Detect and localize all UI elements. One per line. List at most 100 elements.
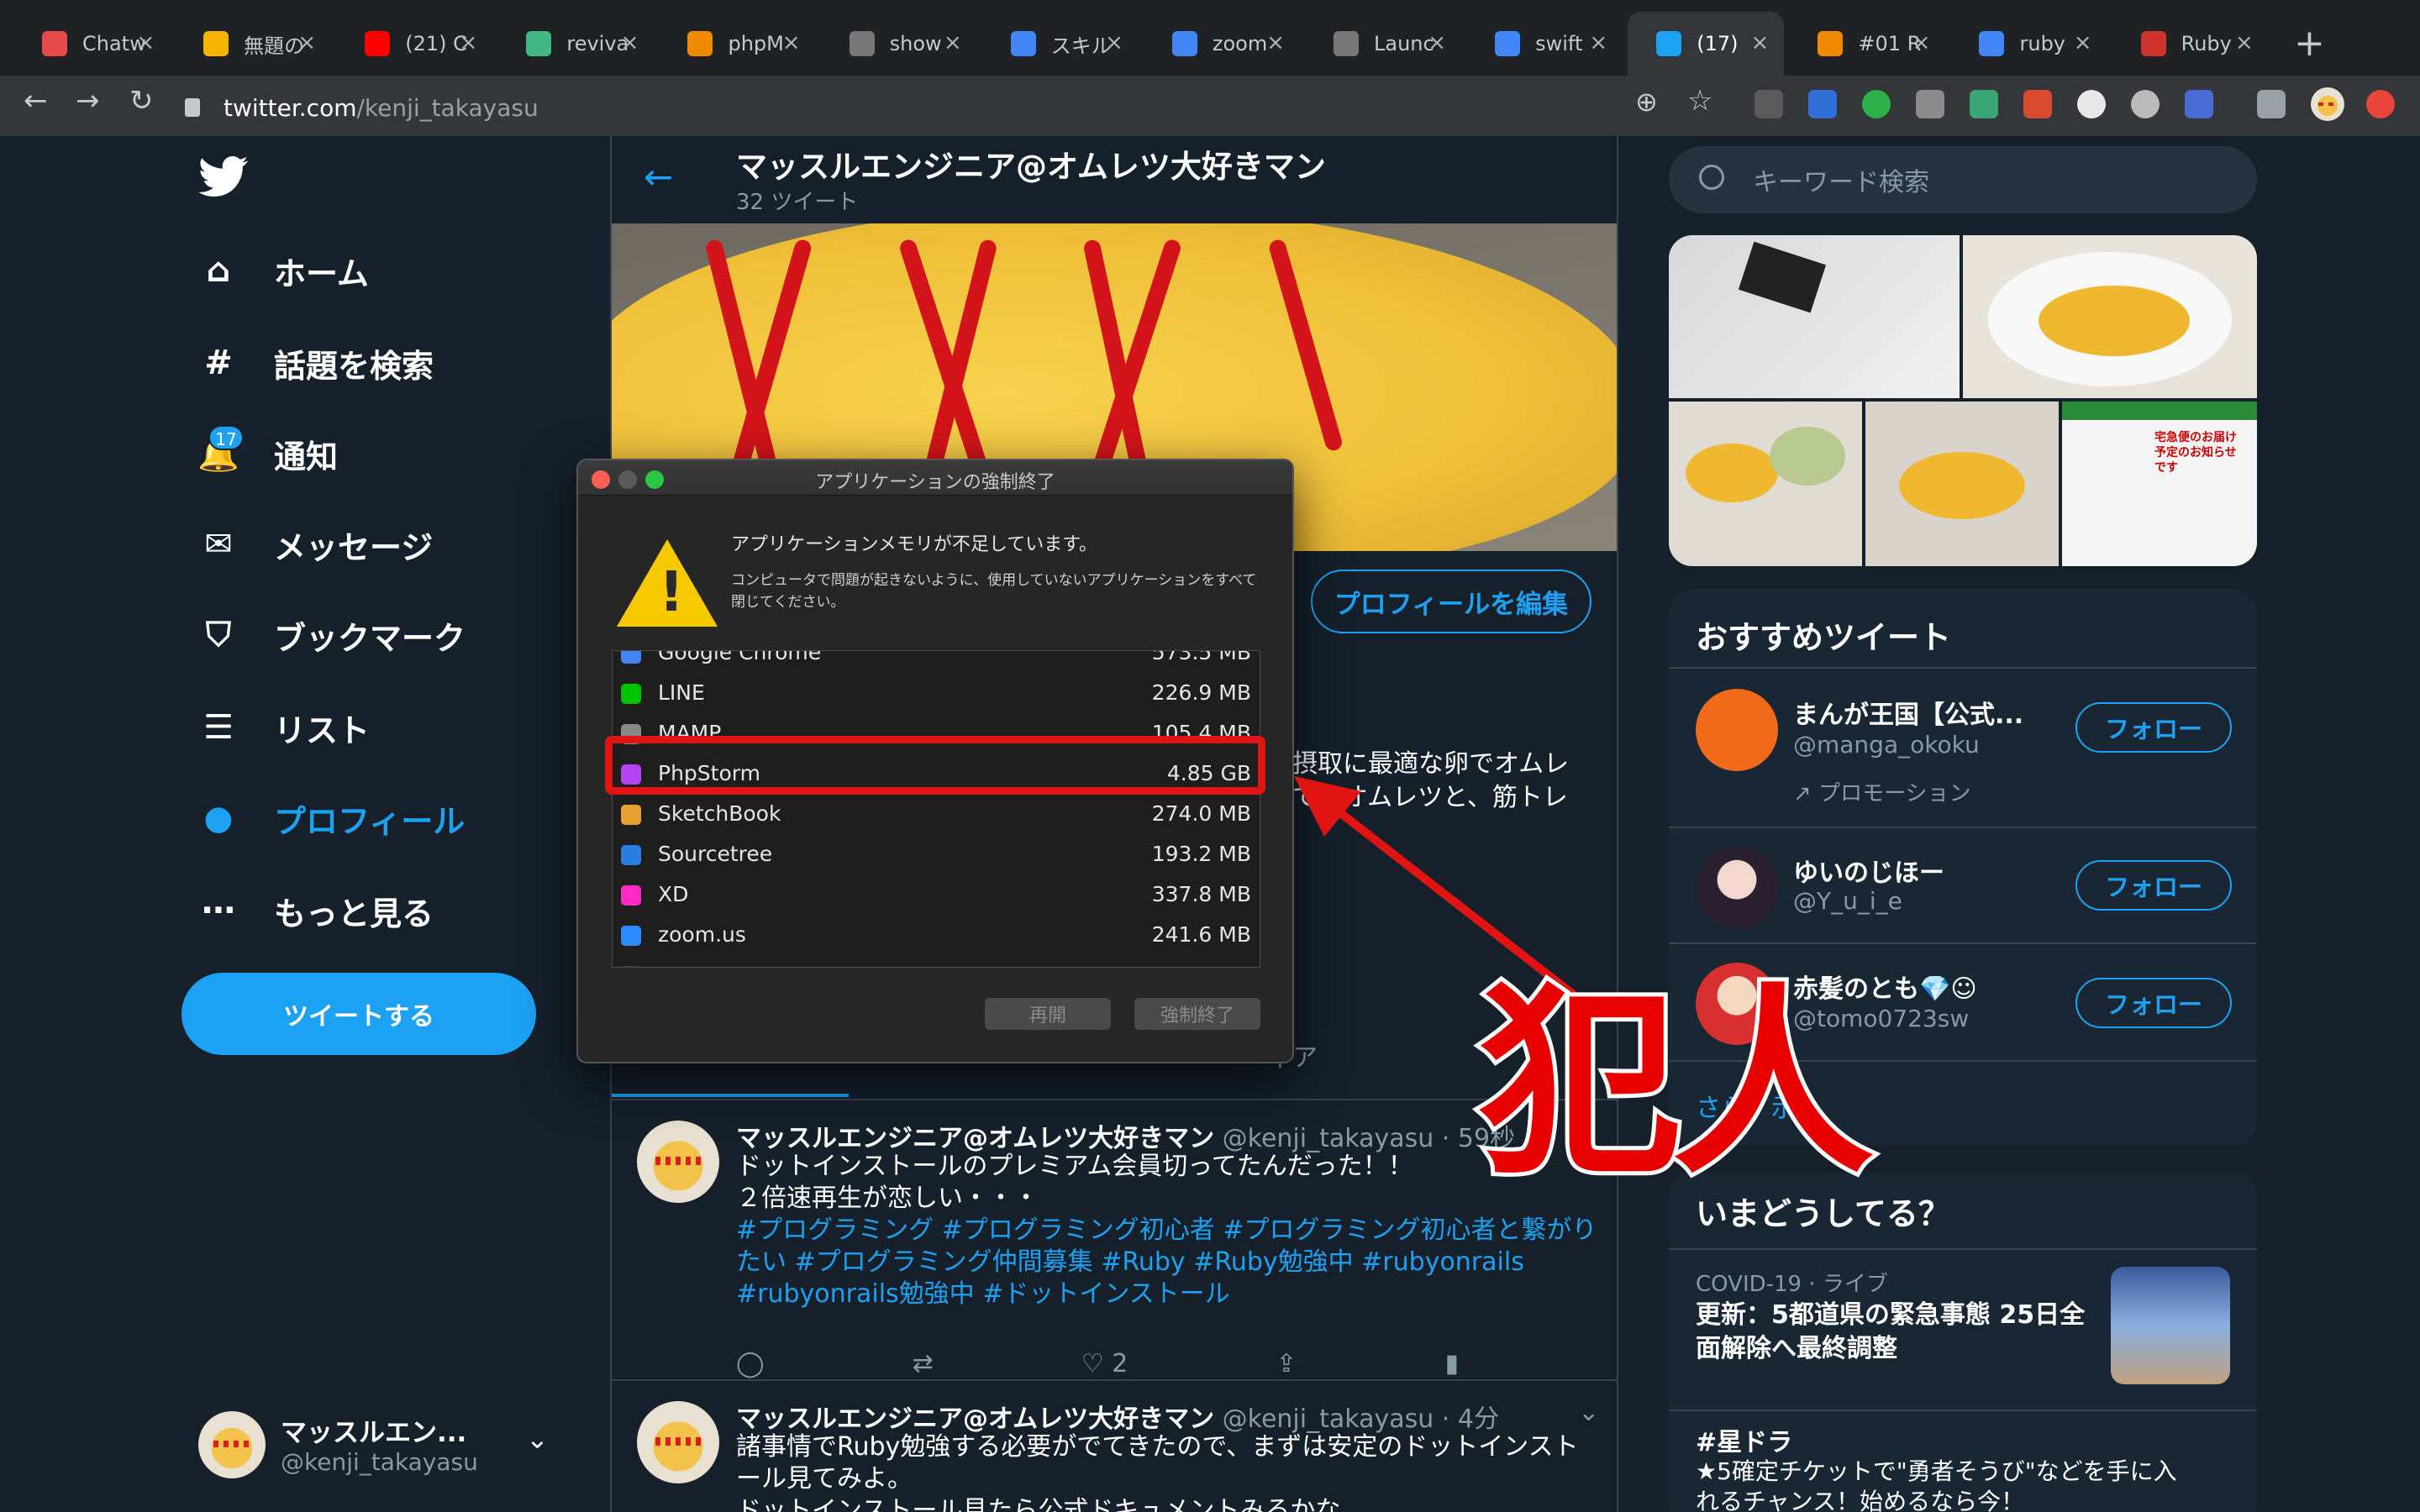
extension-icon[interactable]: [2185, 90, 2213, 118]
extension-icon[interactable]: [1916, 90, 1944, 118]
close-tab-icon[interactable]: ×: [1266, 30, 1285, 55]
star-icon[interactable]: ☆: [1687, 84, 1712, 118]
app-row[interactable]: SketchBook 274.0 MB: [613, 795, 1260, 832]
account-switcher[interactable]: マッスルエン... @kenji_takayasu ⌄: [198, 1403, 560, 1487]
analytics-icon[interactable]: ▮: [1444, 1349, 1459, 1378]
browser-tab[interactable]: Ruby ×: [2112, 12, 2269, 76]
extension-icon[interactable]: [1754, 90, 1783, 118]
tweet-button[interactable]: ツイートする: [182, 973, 536, 1055]
browser-tab[interactable]: 無題の ×: [175, 12, 331, 76]
close-tab-icon[interactable]: ×: [297, 30, 316, 55]
extension-icon[interactable]: [1808, 90, 1837, 118]
account-name[interactable]: まんが王国【公式...: [1793, 694, 2023, 731]
reading-list-icon[interactable]: [2257, 90, 2286, 118]
new-tab-button[interactable]: +: [2294, 22, 2325, 65]
browser-tab[interactable]: (21) C ×: [336, 12, 492, 76]
chevron-down-icon[interactable]: ⌄: [1578, 1398, 1599, 1427]
app-row[interactable]: LINE 226.9 MB: [613, 675, 1260, 711]
sidebar-item-more[interactable]: ⋯ もっと見る: [198, 885, 434, 936]
reply-icon[interactable]: ◯: [736, 1349, 765, 1378]
tweet-hashtags[interactable]: #プログラミング #プログラミング初心者 #プログラミング初心者と繋がりたい #…: [736, 1215, 1602, 1310]
account-name[interactable]: ゆいのじほー: [1793, 852, 1944, 889]
sidebar-item-list[interactable]: ☰ リスト: [198, 702, 370, 753]
divider: [1669, 667, 2257, 669]
relaunch-button[interactable]: 再開: [985, 998, 1111, 1030]
close-tab-icon[interactable]: ×: [621, 30, 639, 55]
app-row[interactable]: Google Chrome 573.5 MB: [613, 650, 1260, 671]
close-tab-icon[interactable]: ×: [1912, 30, 1931, 55]
app-name: Google Chrome: [658, 650, 822, 664]
trend-hashtag[interactable]: #星ドラ: [1696, 1421, 1792, 1458]
avatar[interactable]: [1696, 847, 1778, 929]
media-thumbnail[interactable]: [1669, 402, 1862, 566]
close-tab-icon[interactable]: ×: [1751, 30, 1770, 55]
tweet-avatar[interactable]: [637, 1401, 719, 1483]
force-quit-button[interactable]: 強制終了: [1134, 998, 1260, 1030]
close-tab-icon[interactable]: ×: [1105, 30, 1123, 55]
trend-image[interactable]: [2111, 1267, 2230, 1384]
close-tab-icon[interactable]: ×: [944, 30, 962, 55]
browser-tab[interactable]: #01 R ×: [1789, 12, 1945, 76]
profile-avatar[interactable]: [2311, 87, 2344, 121]
close-tab-icon[interactable]: ×: [1428, 30, 1446, 55]
share-icon[interactable]: ⇪: [1276, 1349, 1297, 1378]
close-tab-icon[interactable]: ×: [2074, 30, 2092, 55]
media-thumbnail[interactable]: [1865, 402, 2059, 566]
close-tab-icon[interactable]: ×: [460, 30, 478, 55]
browser-tab[interactable]: スキル ×: [982, 12, 1139, 76]
reload-icon[interactable]: ↻: [129, 84, 154, 118]
tab-favicon-icon: [1818, 31, 1844, 56]
extension-icon[interactable]: [2077, 90, 2106, 118]
close-tab-icon[interactable]: ×: [2235, 30, 2254, 55]
tweet-item[interactable]: マッスルエンジニア@オムレツ大好きマン @kenji_takayasu · 4分…: [612, 1379, 1617, 1512]
zoom-plus-icon[interactable]: ⊕: [1635, 86, 1658, 118]
back-arrow-icon[interactable]: ←: [644, 156, 673, 197]
update-icon[interactable]: [2366, 90, 2395, 118]
sidebar-item-mail[interactable]: ✉ メッセージ: [198, 519, 433, 570]
avatar[interactable]: [1696, 689, 1778, 771]
back-icon[interactable]: ←: [24, 84, 48, 118]
extension-icon[interactable]: [2023, 90, 2052, 118]
app-row[interactable]: XD 337.8 MB: [613, 876, 1260, 913]
browser-tab[interactable]: Launc ×: [1305, 12, 1461, 76]
browser-tab[interactable]: reviva ×: [497, 12, 654, 76]
browser-tab[interactable]: swift ×: [1466, 12, 1623, 76]
edit-profile-button[interactable]: プロフィールを編集: [1311, 570, 1591, 633]
like-button[interactable]: ♡ 2: [1081, 1349, 1128, 1378]
retweet-icon[interactable]: ⇄: [913, 1349, 934, 1378]
sidebar-item-bookmark[interactable]: ⛉ ブックマーク: [198, 610, 466, 660]
tweet-item[interactable]: マッスルエンジニア@オムレツ大好きマン @kenji_takayasu · 59…: [612, 1099, 1617, 1379]
app-list[interactable]: Google Chrome 573.5 MB LINE 226.9 MB MAMP 105…: [612, 650, 1260, 968]
tweet-avatar[interactable]: [637, 1121, 719, 1203]
media-thumbnail[interactable]: [1963, 235, 2257, 398]
sidebar-item-hashtag[interactable]: # 話題を検索: [198, 338, 434, 388]
follow-button[interactable]: フォロー: [2075, 860, 2232, 911]
extension-icon[interactable]: [1970, 90, 1998, 118]
extension-icon[interactable]: [2131, 90, 2160, 118]
media-thumbnail[interactable]: 宅急便のお届け予定のお知らせです: [2062, 402, 2257, 566]
media-grid[interactable]: 宅急便のお届け予定のお知らせです: [1669, 235, 2257, 566]
sidebar-item-home[interactable]: ⌂ ホーム: [198, 245, 369, 296]
follow-button[interactable]: フォロー: [2075, 978, 2232, 1028]
browser-tab[interactable]: (17) ×: [1628, 12, 1785, 76]
twitter-logo-icon[interactable]: [198, 151, 249, 202]
search-input[interactable]: キーワード検索: [1669, 146, 2257, 213]
app-row[interactable]: Sourcetree 193.2 MB: [613, 836, 1260, 873]
close-tab-icon[interactable]: ×: [782, 30, 801, 55]
follow-button[interactable]: フォロー: [2075, 702, 2232, 753]
sidebar-item-person[interactable]: ● プロフィール: [198, 793, 466, 843]
close-tab-icon[interactable]: ×: [1589, 30, 1607, 55]
browser-tab[interactable]: phpM ×: [659, 12, 815, 76]
trend-headline[interactable]: 更新：5都道県の緊急事態 25日全 面解除へ最終調整: [1696, 1299, 2085, 1366]
forward-icon[interactable]: →: [76, 84, 100, 118]
address-bar[interactable]: twitter.com/kenji_takayasu: [185, 87, 1697, 129]
app-row[interactable]: ターミナル 44.1 MB: [613, 957, 1260, 967]
app-row[interactable]: zoom.us 241.6 MB: [613, 916, 1260, 953]
browser-tab[interactable]: Chatw ×: [13, 12, 170, 76]
browser-tab[interactable]: show ×: [821, 12, 977, 76]
media-thumbnail[interactable]: [1669, 235, 1960, 398]
close-tab-icon[interactable]: ×: [136, 30, 155, 55]
browser-tab[interactable]: zoom ×: [1144, 12, 1300, 76]
browser-tab[interactable]: ruby ×: [1950, 12, 2107, 76]
evernote-icon[interactable]: [1862, 90, 1891, 118]
